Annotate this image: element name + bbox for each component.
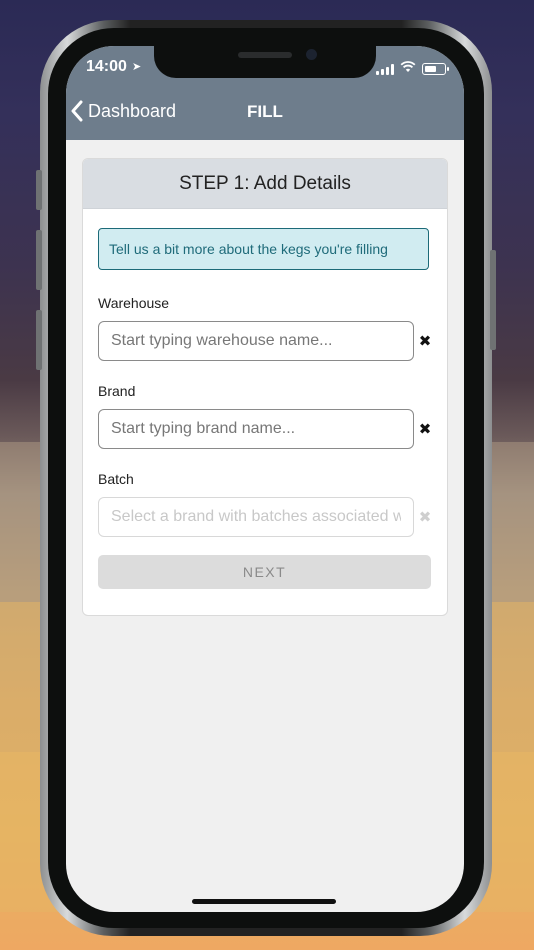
info-alert: Tell us a bit more about the kegs you're… bbox=[98, 228, 429, 270]
signal-icon bbox=[376, 63, 394, 75]
brand-clear-icon[interactable]: ✖ bbox=[418, 420, 432, 438]
step-card: STEP 1: Add Details Tell us a bit more a… bbox=[82, 158, 448, 616]
brand-input[interactable] bbox=[98, 409, 414, 449]
notch bbox=[154, 46, 376, 78]
home-indicator bbox=[192, 899, 336, 904]
page-title: FILL bbox=[247, 102, 283, 121]
next-button[interactable]: NEXT bbox=[98, 555, 431, 589]
batch-clear-icon[interactable]: ✖ bbox=[418, 508, 432, 526]
battery-icon bbox=[422, 63, 449, 75]
status-time: 14:00 bbox=[86, 58, 127, 75]
speaker-grille bbox=[238, 52, 292, 58]
power-button bbox=[490, 250, 496, 350]
phone-screen: 14:00 ➤ Dashboard FILL STEP 1: Add Detai… bbox=[66, 46, 464, 912]
warehouse-clear-icon[interactable]: ✖ bbox=[418, 332, 432, 350]
mute-switch bbox=[36, 170, 42, 210]
front-camera bbox=[306, 49, 317, 60]
brand-label: Brand bbox=[98, 383, 136, 399]
batch-label: Batch bbox=[98, 471, 134, 487]
info-text: Tell us a bit more about the kegs you're… bbox=[109, 241, 388, 257]
volume-down-button bbox=[36, 310, 42, 370]
navigation-bar: 14:00 ➤ Dashboard FILL bbox=[66, 46, 464, 140]
status-icons bbox=[376, 60, 449, 78]
location-arrow-icon: ➤ bbox=[132, 61, 142, 73]
warehouse-input[interactable] bbox=[98, 321, 414, 361]
wifi-icon bbox=[400, 60, 416, 78]
warehouse-label: Warehouse bbox=[98, 295, 170, 311]
batch-input[interactable] bbox=[98, 497, 414, 537]
volume-up-button bbox=[36, 230, 42, 290]
step-header: STEP 1: Add Details bbox=[83, 159, 447, 209]
